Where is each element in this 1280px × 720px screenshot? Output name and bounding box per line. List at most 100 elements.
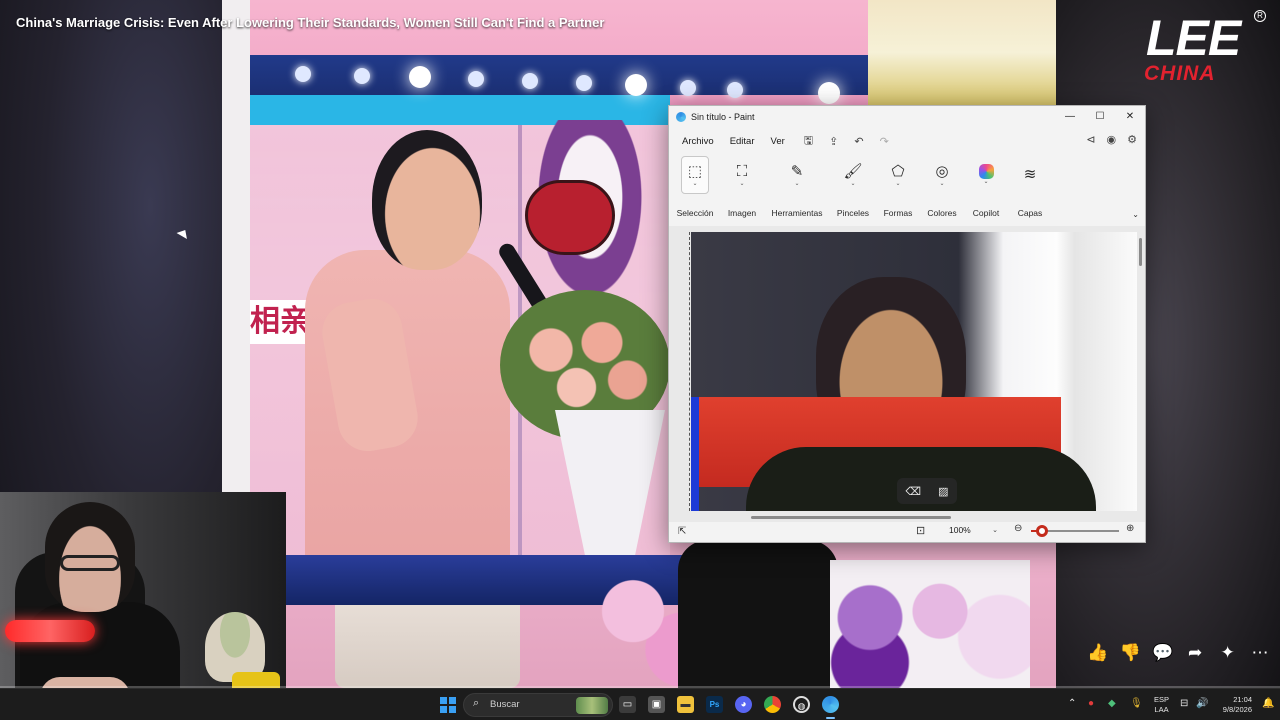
- app-icon[interactable]: ▣: [648, 696, 665, 713]
- redo-icon[interactable]: ↷: [880, 135, 889, 148]
- chrome-icon[interactable]: [764, 696, 781, 713]
- cursor-position-icon: ⇱: [678, 525, 687, 537]
- tool-pinceles[interactable]: 🖌 ⌄ Pinceles: [825, 156, 881, 219]
- tool-copilot-label: Copilot: [972, 208, 1000, 218]
- volume-icon[interactable]: 🔊: [1196, 698, 1208, 709]
- screen: 相亲 China's Marriage Crisis: Even After L…: [0, 0, 1280, 720]
- tool-copilot[interactable]: ⌄ Copilot: [969, 156, 1003, 218]
- zoom-dropdown[interactable]: 100% ⌄: [944, 522, 1002, 539]
- stage-bulb: [468, 71, 484, 87]
- logo-china-text: CHINA: [1144, 62, 1216, 85]
- stage-bulb: [354, 68, 370, 84]
- network-icon[interactable]: ⊟: [1180, 698, 1188, 709]
- settings-icon[interactable]: ⚙: [1127, 133, 1137, 146]
- palette-icon: ◎ ⌄: [935, 162, 949, 187]
- stage-bulb: [625, 74, 647, 96]
- stage-bulb: [576, 75, 592, 91]
- menu-archivo[interactable]: Archivo: [679, 136, 717, 147]
- account-icon[interactable]: ◉: [1107, 133, 1117, 146]
- taskbar: ⌕ Buscar ▭ ▣ ▬ Ps ◕ ◍ ⌃ ● ◆ 🎙 ESP LAA ⊟ …: [0, 688, 1280, 720]
- image-blue-strip: [691, 397, 699, 511]
- tool-colores-label: Colores: [927, 208, 957, 218]
- vertical-scrollbar[interactable]: [1139, 228, 1143, 518]
- logo-lee-text: LEE: [1146, 10, 1241, 66]
- fit-to-window-icon[interactable]: ⊡: [916, 524, 925, 537]
- task-view-icon[interactable]: ▭: [619, 696, 636, 713]
- brush-icon: 🖌 ⌄: [843, 162, 863, 187]
- stage-light-band: [250, 55, 870, 95]
- balloons-right: [830, 560, 1030, 688]
- tool-capas-label: Capas: [1017, 208, 1043, 218]
- tray-chevron-up-icon[interactable]: ⌃: [1068, 698, 1076, 709]
- taskbar-search[interactable]: ⌕ Buscar: [463, 693, 613, 717]
- paint-window-title: Sin título - Paint: [691, 112, 755, 122]
- keyboard-layout: LAA: [1154, 705, 1169, 714]
- discord-icon[interactable]: ◕: [735, 696, 752, 713]
- windows-start-icon[interactable]: [440, 697, 456, 713]
- video-title[interactable]: China's Marriage Crisis: Even After Lowe…: [16, 15, 604, 30]
- zoom-slider-handle[interactable]: [1035, 525, 1048, 537]
- paint-right-icons: ⊲ ◉ ⚙: [1086, 133, 1137, 146]
- chevron-down-icon: ⌄: [992, 527, 998, 534]
- zoom-out-icon[interactable]: ⊖: [1014, 523, 1022, 534]
- window-controls: — ☐ ✕: [1055, 106, 1145, 128]
- paint-canvas-area[interactable]: ⌫ ▨: [669, 226, 1145, 522]
- menu-editar[interactable]: Editar: [727, 136, 758, 147]
- tool-formas[interactable]: ⬠ ⌄ Formas: [881, 156, 915, 219]
- paint-titlebar[interactable]: Sin título - Paint — ☐ ✕: [669, 106, 1145, 128]
- language-code: ESP: [1154, 695, 1170, 704]
- undo-icon[interactable]: ↶: [854, 135, 863, 148]
- dark-figure: [678, 540, 838, 688]
- notification-bell-icon[interactable]: 🔔: [1262, 698, 1274, 709]
- share-icon[interactable]: ➦: [1183, 643, 1207, 663]
- paint-menubar: Archivo Editar Ver 🖫 ⇪ ↶ ↷ ⊲ ◉ ⚙: [669, 129, 1145, 153]
- share-icon[interactable]: ⇪: [829, 135, 838, 148]
- eraser-icon[interactable]: ⌫: [906, 485, 922, 498]
- tool-image[interactable]: ⛶ ⌄ Imagen: [715, 156, 769, 219]
- tool-capas[interactable]: ≋ Capas: [1003, 156, 1057, 218]
- search-highlight-image: [576, 697, 608, 714]
- horizontal-scrollbar[interactable]: [691, 516, 1137, 519]
- logo-registered-mark: R: [1254, 10, 1266, 22]
- paint-taskbar-icon[interactable]: [822, 696, 839, 719]
- microphone-icon[interactable]: 🎙: [1130, 698, 1143, 709]
- tray-app-icon[interactable]: ◆: [1108, 698, 1116, 709]
- tool-herramientas[interactable]: ✎ ⌄ Herramientas: [769, 156, 825, 219]
- menu-ver[interactable]: Ver: [768, 136, 788, 147]
- search-placeholder: Buscar: [490, 699, 520, 710]
- pasted-image[interactable]: [691, 232, 1137, 511]
- tool-selection-label: Selección: [676, 208, 714, 218]
- tray-app-icon[interactable]: ●: [1088, 698, 1094, 709]
- stage-light-panel: [868, 0, 1056, 105]
- zoom-in-icon[interactable]: ⊕: [1126, 523, 1134, 534]
- maximize-button[interactable]: ☐: [1085, 106, 1115, 128]
- zoom-slider[interactable]: [1031, 525, 1119, 537]
- more-icon[interactable]: ⋯: [1248, 643, 1272, 663]
- like-icon[interactable]: 👍: [1086, 643, 1110, 663]
- taskbar-clock[interactable]: 21:04 9/8/2026: [1216, 695, 1252, 715]
- close-button[interactable]: ✕: [1115, 106, 1145, 128]
- ribbon-collapse-chevron-icon[interactable]: ⌄: [1132, 210, 1139, 219]
- zoom-value: 100%: [949, 525, 971, 535]
- language-indicator[interactable]: ESP LAA: [1154, 695, 1169, 715]
- tool-herramientas-label: Herramientas: [771, 208, 823, 218]
- tool-selection[interactable]: ⬚ ⌄ Selección: [675, 156, 715, 218]
- remix-icon[interactable]: ✦: [1216, 643, 1240, 663]
- paint-app-icon: [676, 112, 686, 122]
- dislike-icon[interactable]: 👎: [1118, 643, 1142, 663]
- file-explorer-icon[interactable]: ▬: [677, 696, 694, 713]
- stage-bulb: [409, 66, 431, 88]
- clock-time: 21:04: [1233, 695, 1252, 704]
- comment-icon[interactable]: 💬: [1151, 643, 1175, 663]
- photoshop-icon[interactable]: Ps: [706, 696, 723, 713]
- tool-colores[interactable]: ◎ ⌄ Colores: [915, 156, 969, 219]
- save-icon[interactable]: 🖫: [804, 132, 813, 151]
- minimize-button[interactable]: —: [1055, 106, 1085, 128]
- paint-window: Sin título - Paint — ☐ ✕ Archivo Editar …: [668, 105, 1146, 543]
- obs-icon[interactable]: ◍: [793, 696, 810, 713]
- remove-background-icon[interactable]: ▨: [938, 485, 948, 498]
- feedback-icon[interactable]: ⊲: [1086, 133, 1095, 146]
- webcam-microphone: [5, 620, 95, 642]
- cartoon-mouth: [525, 180, 615, 255]
- selection-icon: ⬚ ⌄: [681, 156, 709, 194]
